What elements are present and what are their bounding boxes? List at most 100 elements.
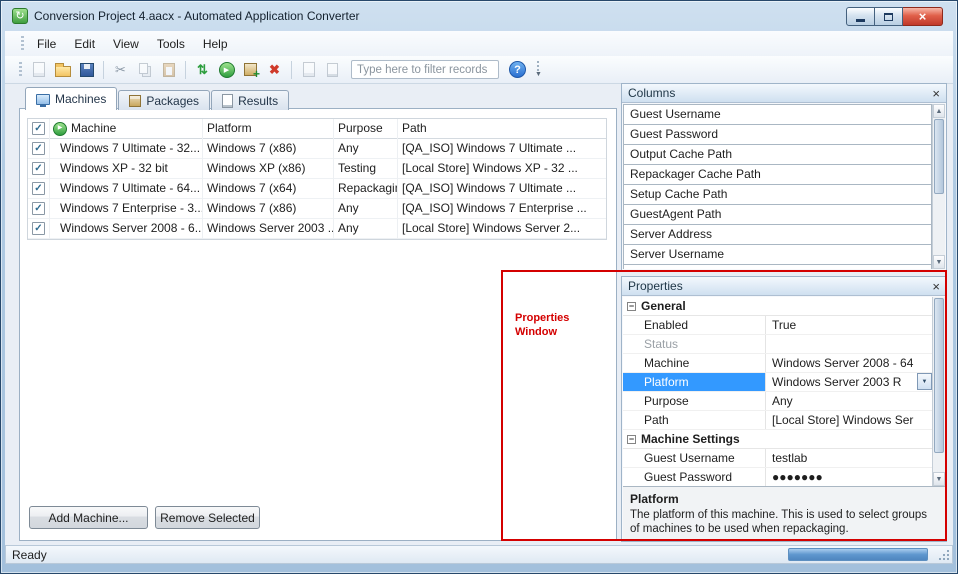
cell-path: [QA_ISO] Windows 7 Ultimate ... (398, 139, 606, 159)
cell-purpose: Testing (334, 159, 398, 179)
list-item[interactable]: Output Cache Path (623, 144, 932, 165)
resize-grip[interactable] (937, 548, 949, 560)
menu-file[interactable]: File (28, 34, 65, 54)
scroll-down-icon[interactable]: ▼ (933, 472, 945, 486)
group-general[interactable]: − General (623, 297, 932, 316)
list-item-partial[interactable] (623, 264, 932, 269)
new-project-button[interactable] (27, 59, 50, 81)
close-icon[interactable]: × (932, 280, 940, 293)
scroll-up-icon[interactable]: ▲ (933, 104, 945, 118)
property-value[interactable]: Any (766, 392, 932, 410)
close-button[interactable]: × (903, 7, 943, 26)
tab-machines[interactable]: Machines (25, 87, 117, 110)
menu-edit[interactable]: Edit (65, 34, 104, 54)
sync-button[interactable]: ⇅ (191, 59, 214, 81)
list-item[interactable]: Server Username (623, 244, 932, 265)
help-button[interactable]: ? (506, 59, 529, 81)
property-name: Status (623, 335, 766, 353)
menu-help[interactable]: Help (194, 34, 237, 54)
run-conversion-button[interactable]: ▶ (215, 59, 238, 81)
property-value[interactable]: testlab (766, 449, 932, 467)
property-value[interactable]: Windows Server 2003 R ▼ (766, 373, 932, 391)
copy-button[interactable] (133, 59, 156, 81)
minimize-button[interactable] (846, 7, 875, 26)
scroll-down-icon[interactable]: ▼ (933, 255, 945, 269)
paste-button[interactable] (157, 59, 180, 81)
remove-selected-button[interactable]: Remove Selected (155, 506, 260, 529)
header-machine[interactable]: ▶ Machine (50, 119, 203, 139)
property-value[interactable]: [Local Store] Windows Ser (766, 411, 932, 429)
check-icon: ✓ (34, 139, 42, 158)
columns-scrollbar[interactable]: ▲ ▼ (932, 104, 945, 269)
property-row-status[interactable]: Status (623, 335, 932, 354)
stop-button[interactable]: ✖ (263, 59, 286, 81)
list-item[interactable]: Repackager Cache Path (623, 164, 932, 185)
table-row[interactable]: ✓ Windows 7 Ultimate - 64... Windows 7 (… (28, 179, 606, 199)
toolbar-grip-icon[interactable] (19, 62, 22, 77)
row-checkbox[interactable]: ✓ (32, 222, 45, 235)
collapse-icon[interactable]: − (627, 302, 636, 311)
preview-button[interactable] (321, 59, 344, 81)
columns-panel-header[interactable]: Columns × (622, 84, 946, 103)
close-icon[interactable]: × (932, 87, 940, 100)
property-row-guest-username[interactable]: Guest Username testlab (623, 449, 932, 468)
tab-packages[interactable]: Packages (118, 90, 210, 110)
toolbar-overflow-button[interactable]: ▼ (535, 61, 542, 78)
row-checkbox[interactable]: ✓ (32, 162, 45, 175)
row-checkbox[interactable]: ✓ (32, 202, 45, 215)
cell-purpose: Any (334, 139, 398, 159)
list-item[interactable]: GuestAgent Path (623, 204, 932, 225)
row-checkbox[interactable]: ✓ (32, 182, 45, 195)
property-row-path[interactable]: Path [Local Store] Windows Ser (623, 411, 932, 430)
table-row[interactable]: ✓ Windows 7 Ultimate - 32... Windows 7 (… (28, 139, 606, 159)
header-path[interactable]: Path (398, 119, 606, 139)
properties-panel-header[interactable]: Properties × (622, 277, 946, 296)
window-title: Conversion Project 4.aacx - Automated Ap… (34, 9, 360, 23)
menu-tools[interactable]: Tools (148, 34, 194, 54)
title-bar[interactable]: ↻ Conversion Project 4.aacx - Automated … (1, 1, 957, 31)
scrollbar-thumb[interactable] (934, 119, 944, 194)
menu-view[interactable]: View (104, 34, 148, 54)
table-row[interactable]: ✓ Windows Server 2008 - 6... Windows Ser… (28, 219, 606, 239)
tab-results[interactable]: Results (211, 90, 289, 110)
header-purpose[interactable]: Purpose (334, 119, 398, 139)
save-project-button[interactable] (75, 59, 98, 81)
cut-button[interactable]: ✂ (109, 59, 132, 81)
property-value[interactable]: True (766, 316, 932, 334)
select-all-cell[interactable]: ✓ (28, 119, 50, 139)
open-project-button[interactable] (51, 59, 74, 81)
property-name: Purpose (623, 392, 766, 410)
table-row[interactable]: ✓ Windows XP - 32 bit Windows XP (x86) T… (28, 159, 606, 179)
filter-input[interactable] (351, 60, 499, 79)
property-row-enabled[interactable]: Enabled True (623, 316, 932, 335)
property-value[interactable]: ●●●●●●● (766, 468, 932, 486)
menu-grip-icon[interactable] (21, 36, 24, 51)
property-row-purpose[interactable]: Purpose Any (623, 392, 932, 411)
collapse-icon[interactable]: − (627, 435, 636, 444)
overflow-grip-icon (537, 61, 539, 71)
list-item[interactable]: Guest Password (623, 124, 932, 145)
scrollbar-thumb[interactable] (934, 298, 944, 453)
property-row-platform[interactable]: Platform Windows Server 2003 R ▼ (623, 373, 932, 392)
add-machine-button[interactable]: Add Machine... (29, 506, 148, 529)
report-button[interactable] (297, 59, 320, 81)
row-checkbox[interactable]: ✓ (32, 142, 45, 155)
property-row-machine[interactable]: Machine Windows Server 2008 - 64 (623, 354, 932, 373)
property-description: Platform The platform of this machine. T… (623, 486, 945, 540)
toolbar-separator (291, 61, 292, 79)
report-icon (303, 62, 315, 77)
property-row-guest-password[interactable]: Guest Password ●●●●●●● (623, 468, 932, 487)
add-package-button[interactable] (239, 59, 262, 81)
table-row[interactable]: ✓ Windows 7 Enterprise - 3... Windows 7 … (28, 199, 606, 219)
list-item[interactable]: Guest Username (623, 104, 932, 125)
select-all-checkbox[interactable]: ✓ (32, 122, 45, 135)
properties-scrollbar[interactable]: ▼ (932, 297, 945, 486)
dropdown-button[interactable]: ▼ (917, 373, 932, 390)
list-item[interactable]: Setup Cache Path (623, 184, 932, 205)
group-machine-settings[interactable]: − Machine Settings (623, 430, 932, 449)
cell-purpose: Any (334, 219, 398, 239)
property-value[interactable]: Windows Server 2008 - 64 (766, 354, 932, 372)
list-item[interactable]: Server Address (623, 224, 932, 245)
header-platform[interactable]: Platform (203, 119, 334, 139)
maximize-button[interactable] (875, 7, 903, 26)
